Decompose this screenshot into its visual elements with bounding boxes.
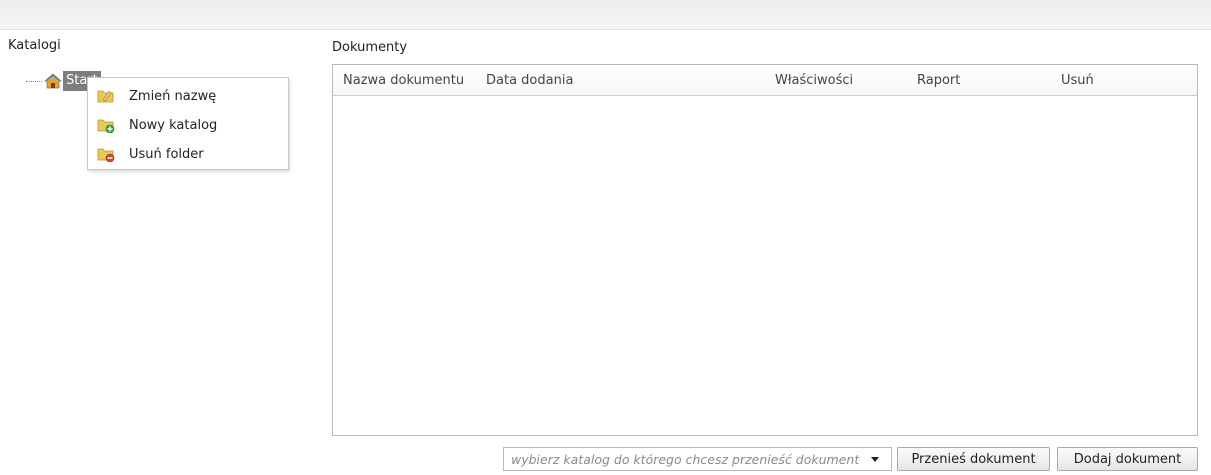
target-catalog-select-placeholder: wybierz katalog do którego chcesz przeni… (511, 451, 860, 467)
column-header-date[interactable]: Data dodania (486, 73, 573, 88)
context-menu: Zmień nazwę Nowy katalog Usuń folder (87, 77, 289, 170)
add-document-button[interactable]: Dodaj dokument (1057, 447, 1198, 471)
chevron-down-icon (871, 456, 879, 462)
documents-table-header: Nazwa dokumentu Data dodania Właściwości… (333, 65, 1197, 96)
column-header-report[interactable]: Raport (917, 73, 960, 88)
delete-folder-icon (97, 146, 115, 163)
menu-item-delete-folder-label: Usuń folder (129, 146, 204, 162)
move-document-button[interactable]: Przenieś dokument (897, 447, 1050, 471)
menu-item-delete-folder[interactable]: Usuń folder (88, 141, 288, 167)
tree-connector (26, 80, 42, 82)
menu-item-new-folder[interactable]: Nowy katalog (88, 112, 288, 138)
column-header-name[interactable]: Nazwa dokumentu (343, 73, 464, 88)
new-folder-icon (97, 117, 115, 134)
menu-item-rename-label: Zmień nazwę (129, 88, 217, 104)
top-bar (0, 0, 1211, 30)
target-catalog-select[interactable]: wybierz katalog do którego chcesz przeni… (503, 447, 892, 471)
home-icon (43, 72, 63, 90)
documents-title: Dokumenty (332, 40, 408, 55)
rename-folder-icon (97, 88, 115, 104)
column-header-properties[interactable]: Właściwości (775, 73, 853, 88)
catalogs-title: Katalogi (8, 38, 61, 53)
documents-table: Nazwa dokumentu Data dodania Właściwości… (332, 64, 1198, 436)
menu-item-rename[interactable]: Zmień nazwę (88, 83, 288, 109)
menu-item-new-folder-label: Nowy katalog (129, 117, 218, 133)
column-header-delete[interactable]: Usuń (1061, 73, 1094, 88)
documents-table-body (333, 97, 1197, 435)
